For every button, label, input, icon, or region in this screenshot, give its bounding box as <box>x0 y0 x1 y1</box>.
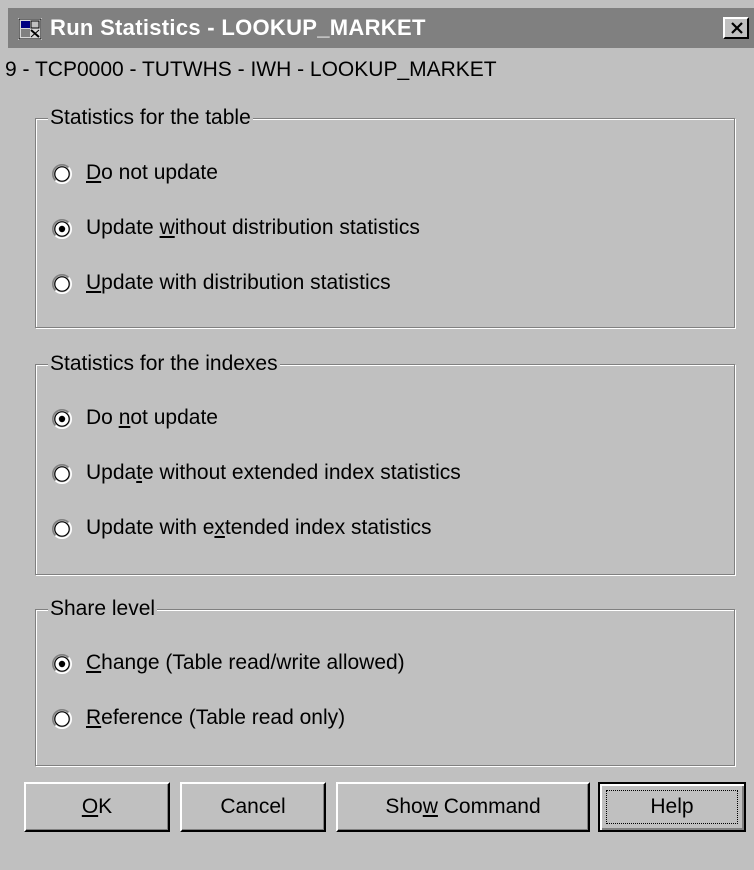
run-statistics-app-icon[interactable] <box>18 18 42 40</box>
radio-button-icon <box>52 654 72 674</box>
radio-button-icon <box>52 519 72 539</box>
close-icon <box>731 22 743 34</box>
radio-button-icon <box>52 164 72 184</box>
share-level-label: Share level <box>48 597 158 621</box>
show-command-button[interactable]: Show Command <box>336 782 590 832</box>
table-statistics-label: Statistics for the table <box>48 106 253 130</box>
ok-button[interactable]: OK <box>24 782 170 832</box>
index-statistics-label: Statistics for the indexes <box>48 352 280 376</box>
title-bar[interactable]: Run Statistics - LOOKUP_MARKET <box>8 8 754 48</box>
table-statistics-group: Statistics for the table Do not update U… <box>35 106 735 328</box>
radio-button-icon <box>52 274 72 294</box>
window-title: Run Statistics - LOOKUP_MARKET <box>50 15 426 40</box>
radio-button-icon <box>52 464 72 484</box>
radio-button-icon <box>52 709 72 729</box>
close-button[interactable] <box>723 17 749 39</box>
help-button[interactable]: Help <box>598 782 746 832</box>
radio-button-icon <box>52 409 72 429</box>
radio-selected-dot <box>58 415 66 423</box>
run-statistics-dialog: Run Statistics - LOOKUP_MARKET 9 - TCP00… <box>0 0 754 870</box>
radio-selected-dot <box>58 225 66 233</box>
radio-button-icon <box>52 219 72 239</box>
index-statistics-group: Statistics for the indexes Do not update… <box>35 352 735 575</box>
object-path: 9 - TCP0000 - TUTWHS - IWH - LOOKUP_MARK… <box>5 58 497 81</box>
cancel-button[interactable]: Cancel <box>180 782 326 832</box>
share-level-group: Share level Change (Table read/write all… <box>35 597 735 766</box>
radio-selected-dot <box>58 660 66 668</box>
